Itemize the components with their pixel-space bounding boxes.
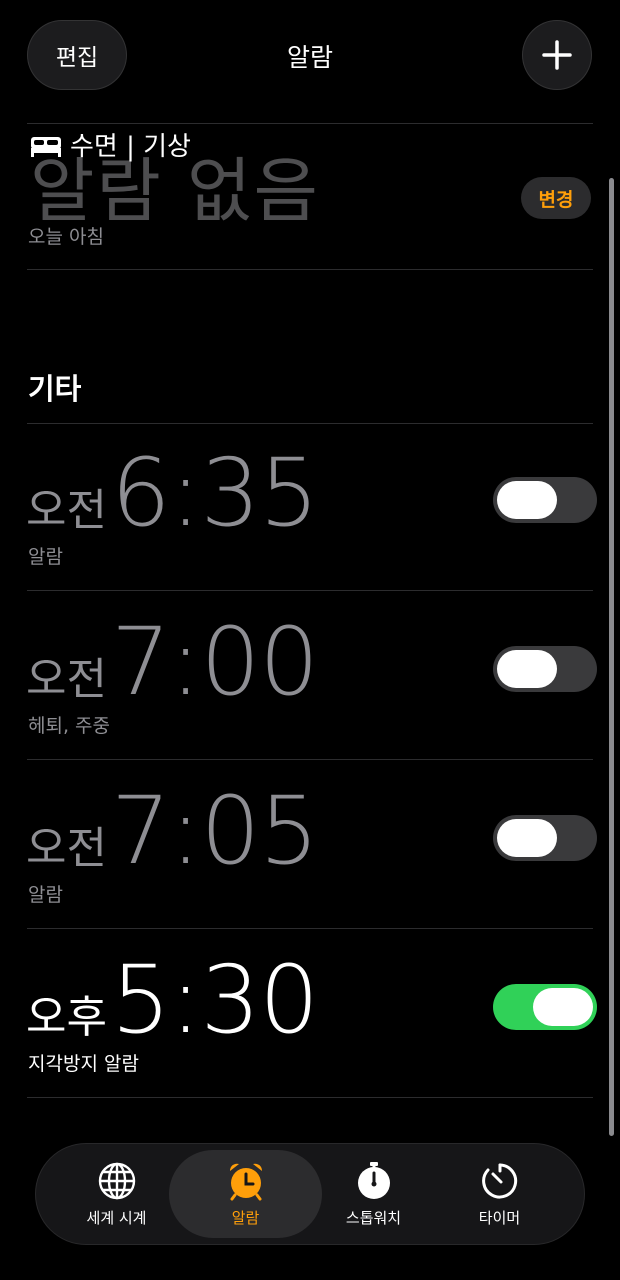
alarm-toggle[interactable] [493, 815, 597, 861]
alarm-clock: 7:05 [110, 777, 319, 886]
alarm-ampm: 오전 [26, 654, 107, 705]
alarm-row[interactable]: 오전 6:35 알람 [0, 424, 620, 592]
tab-label: 타이머 [478, 1208, 521, 1227]
globe-icon [97, 1161, 137, 1201]
toggle-knob [497, 650, 557, 688]
alarm-ampm: 오전 [26, 485, 107, 536]
sleep-subtitle: 오늘 아침 [28, 226, 104, 248]
alarm-time: 오전 6:35 [26, 439, 319, 548]
tab-stopwatch[interactable]: 스톱워치 [305, 1150, 442, 1238]
divider [27, 269, 593, 270]
toggle-knob [497, 481, 557, 519]
alarm-ampm: 오전 [26, 823, 107, 874]
divider [27, 590, 593, 591]
divider [27, 1097, 593, 1098]
tab-label: 스톱워치 [345, 1208, 402, 1227]
alarm-label: 알람 [28, 546, 63, 568]
other-section-title: 기타 [28, 372, 82, 406]
change-sleep-button[interactable]: 변경 [521, 177, 591, 219]
alarm-label: 헤퇴, 주중 [28, 715, 110, 737]
stopwatch-icon [354, 1161, 394, 1201]
timer-icon [480, 1161, 520, 1201]
sleep-wake-header: 수면 | 기상 [30, 126, 191, 163]
toggle-knob [497, 819, 557, 857]
tab-alarm[interactable]: 알람 [169, 1150, 322, 1238]
alarm-label: 지각방지 알람 [28, 1053, 139, 1075]
alarm-row[interactable]: 오후 5:30 지각방지 알람 [0, 931, 620, 1099]
plus-icon [542, 40, 572, 70]
tab-bar: 세계 시계 알람 스톱워치 타이머 [35, 1143, 585, 1245]
alarm-toggle[interactable] [493, 646, 597, 692]
alarm-clock: 7:00 [110, 608, 319, 717]
alarm-row[interactable]: 오전 7:05 알람 [0, 762, 620, 930]
alarm-time: 오전 7:05 [26, 777, 319, 886]
alarm-row[interactable]: 오전 7:00 헤퇴, 주중 [0, 593, 620, 761]
toggle-knob [533, 988, 593, 1026]
alarm-toggle[interactable] [493, 477, 597, 523]
tab-label: 알람 [231, 1208, 260, 1227]
divider [27, 759, 593, 760]
alarm-time: 오전 7:00 [26, 608, 319, 717]
add-alarm-button[interactable] [522, 20, 592, 90]
alarm-ampm: 오후 [26, 992, 107, 1043]
bed-icon [30, 133, 62, 157]
alarm-toggle[interactable] [493, 984, 597, 1030]
tab-timer[interactable]: 타이머 [431, 1150, 568, 1238]
tab-label: 세계 시계 [86, 1208, 147, 1227]
scrollbar[interactable] [609, 178, 614, 1136]
alarm-time: 오후 5:30 [26, 946, 319, 1055]
sleep-wake-title: 수면 | 기상 [70, 132, 191, 162]
divider [27, 928, 593, 929]
tab-world-clock[interactable]: 세계 시계 [48, 1150, 185, 1238]
alarm-clock: 6:35 [110, 439, 319, 548]
alarm-label: 알람 [28, 884, 63, 906]
divider [27, 123, 593, 124]
alarm-clock: 5:30 [110, 946, 319, 1055]
alarm-clock-icon [226, 1161, 266, 1201]
